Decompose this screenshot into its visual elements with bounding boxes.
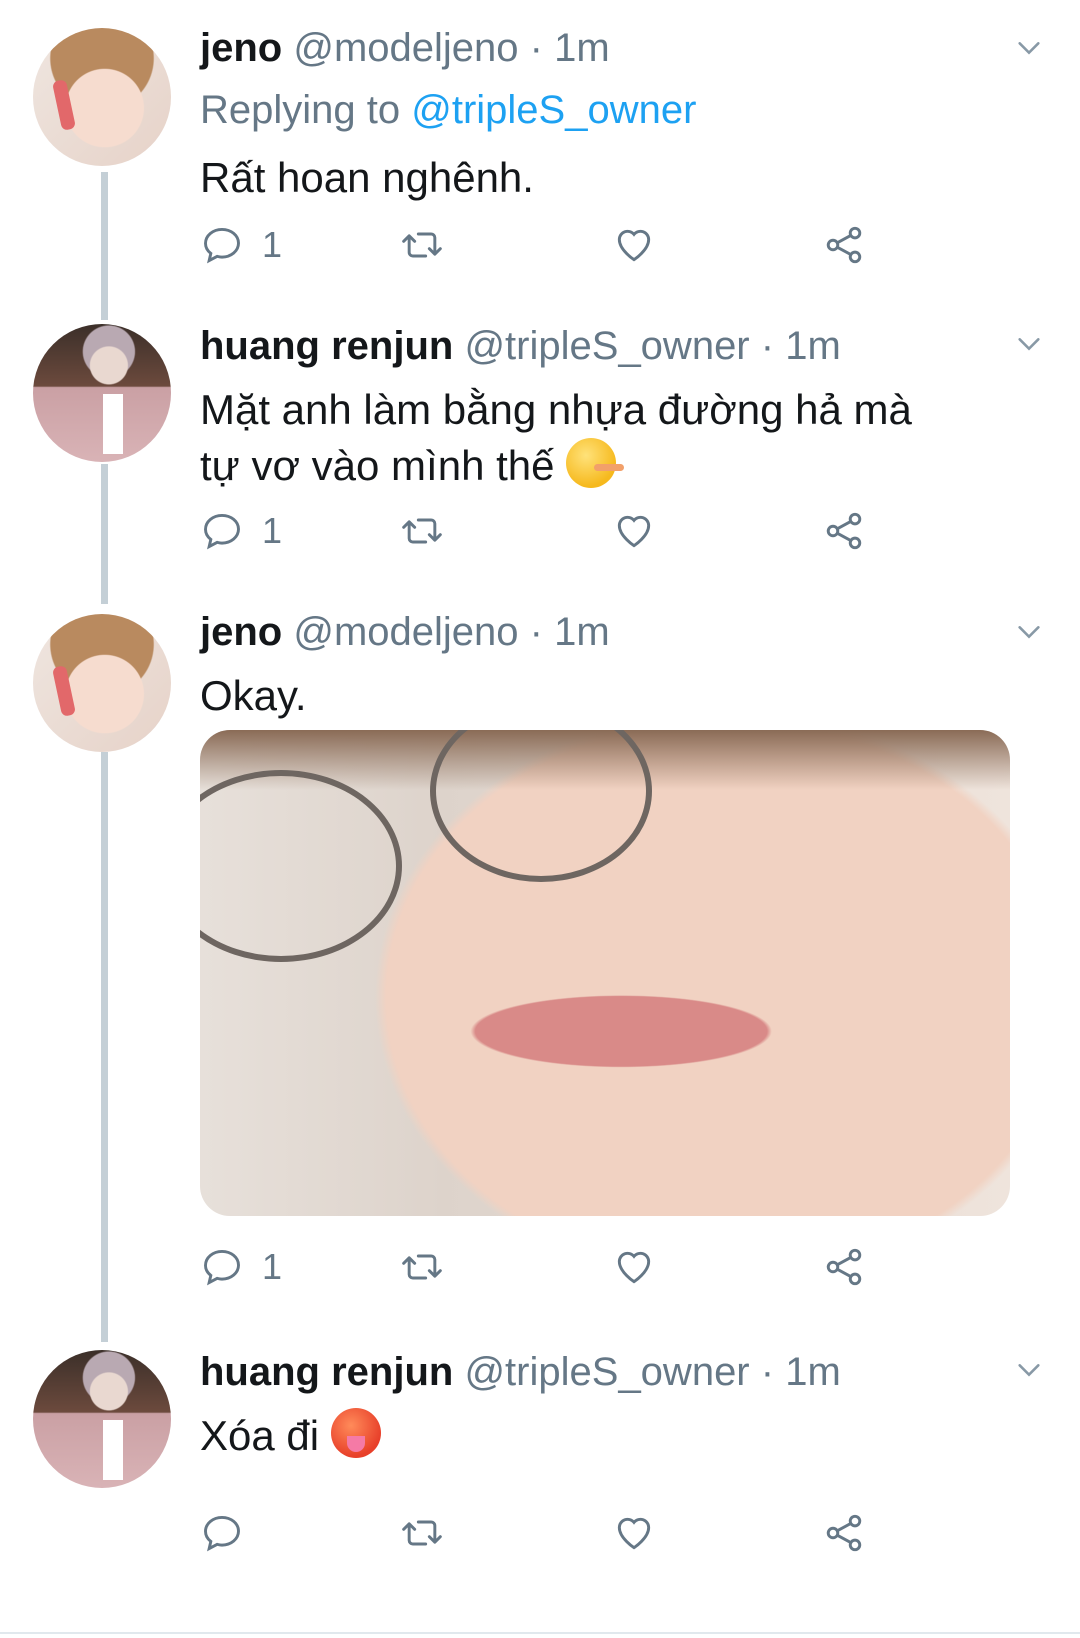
share-icon: [826, 1514, 862, 1552]
reply-button[interactable]: [200, 1508, 262, 1558]
photo-detail: [200, 770, 402, 962]
retweet-icon: [402, 1254, 442, 1280]
display-name[interactable]: jeno: [200, 610, 282, 654]
separator-dot: ·: [760, 1350, 775, 1394]
share-icon: [826, 226, 862, 264]
reply-count: 1: [262, 510, 283, 551]
timestamp[interactable]: 1m: [554, 26, 610, 70]
like-button[interactable]: [612, 506, 656, 556]
reply-icon: [204, 513, 240, 550]
hot-face-emoji: [330, 1408, 381, 1458]
reply-count: 1: [262, 224, 283, 265]
tweet-actions: [200, 1508, 1020, 1558]
like-button[interactable]: [612, 1508, 656, 1558]
share-icon: [826, 512, 862, 550]
reply-button[interactable]: 1: [200, 220, 282, 270]
reply-icon: [204, 1249, 240, 1286]
tweet-actions: 1: [200, 506, 1020, 556]
tweet[interactable]: huang renjun @tripleS_owner · 1m Xóa đi: [0, 1330, 1080, 1630]
share-button[interactable]: [822, 1508, 866, 1558]
tweet-text: Rất hoan nghênh.: [200, 154, 534, 201]
share-button[interactable]: [822, 1242, 866, 1292]
tweet-actions: 1: [200, 1242, 1020, 1292]
avatar[interactable]: [33, 324, 171, 462]
display-name[interactable]: jeno: [200, 26, 282, 70]
reply-button[interactable]: 1: [200, 1242, 282, 1292]
tweet-text-line-text: tự vơ vào mình thế: [200, 442, 555, 489]
share-button[interactable]: [822, 220, 866, 270]
tweet-header: jeno @modeljeno · 1m: [200, 26, 610, 71]
replying-to-mention[interactable]: @tripleS_owner: [411, 88, 696, 132]
tweet-header: huang renjun @tripleS_owner · 1m: [200, 324, 841, 369]
tweet[interactable]: jeno @modeljeno · 1m Replying to @triple…: [0, 0, 1080, 300]
replying-to-label: Replying to: [200, 88, 401, 132]
tweet[interactable]: huang renjun @tripleS_owner · 1m Mặt anh…: [0, 300, 1080, 590]
tweet-text: Okay.: [200, 672, 307, 719]
heart-icon: [617, 1251, 651, 1284]
user-handle[interactable]: @modeljeno: [293, 26, 518, 70]
avatar[interactable]: [33, 614, 171, 752]
retweet-icon: [402, 232, 442, 258]
like-button[interactable]: [612, 1242, 656, 1292]
tweet-text-line: Mặt anh làm bằng nhựa đường hả mà: [200, 386, 912, 433]
display-name[interactable]: huang renjun: [200, 1350, 453, 1394]
reply-icon: [204, 227, 240, 264]
tweet[interactable]: jeno @modeljeno · 1m Okay. 1: [0, 590, 1080, 1330]
share-icon: [826, 1248, 862, 1286]
retweet-button[interactable]: [400, 220, 444, 270]
heart-icon: [617, 515, 651, 548]
tweet-photo[interactable]: [200, 730, 1010, 1216]
heart-icon: [617, 229, 651, 262]
chevron-down-icon[interactable]: [1015, 618, 1043, 646]
user-handle[interactable]: @tripleS_owner: [464, 324, 749, 368]
separator-dot: ·: [760, 324, 775, 368]
retweet-button[interactable]: [400, 1508, 444, 1558]
display-name[interactable]: huang renjun: [200, 324, 453, 368]
avatar[interactable]: [33, 28, 171, 166]
tweet-actions: 1: [200, 220, 1020, 270]
lying-face-emoji: [566, 438, 625, 488]
timestamp[interactable]: 1m: [785, 1350, 841, 1394]
chevron-down-icon[interactable]: [1015, 1356, 1043, 1384]
tweet-text: Mặt anh làm bằng nhựa đường hả mà tự vơ …: [200, 382, 1020, 494]
retweet-button[interactable]: [400, 506, 444, 556]
heart-icon: [617, 1517, 651, 1550]
retweet-icon: [402, 1520, 442, 1546]
separator-dot: ·: [529, 610, 543, 654]
reply-icon: [204, 1515, 240, 1552]
replying-to: Replying to @tripleS_owner: [200, 88, 696, 133]
user-handle[interactable]: @modeljeno: [293, 610, 518, 654]
retweet-button[interactable]: [400, 1242, 444, 1292]
reply-button[interactable]: 1: [200, 506, 282, 556]
photo-detail: [430, 730, 652, 882]
separator-dot: ·: [529, 26, 543, 70]
chevron-down-icon[interactable]: [1015, 330, 1043, 358]
tweet-header: jeno @modeljeno · 1m: [200, 610, 610, 655]
timestamp[interactable]: 1m: [554, 610, 610, 654]
tweet-header: huang renjun @tripleS_owner · 1m: [200, 1350, 841, 1395]
avatar[interactable]: [33, 1350, 171, 1488]
share-button[interactable]: [822, 506, 866, 556]
divider: [0, 1632, 1080, 1634]
reply-count: 1: [262, 1246, 283, 1287]
tweet-text-line-text: Xóa đi: [200, 1412, 320, 1459]
tweet-text-line: tự vơ vào mình thế: [200, 438, 1020, 494]
like-button[interactable]: [612, 220, 656, 270]
user-handle[interactable]: @tripleS_owner: [464, 1350, 749, 1394]
timestamp[interactable]: 1m: [785, 324, 841, 368]
retweet-icon: [402, 518, 442, 544]
chevron-down-icon[interactable]: [1015, 34, 1043, 62]
tweet-text: Xóa đi: [200, 1408, 1020, 1464]
